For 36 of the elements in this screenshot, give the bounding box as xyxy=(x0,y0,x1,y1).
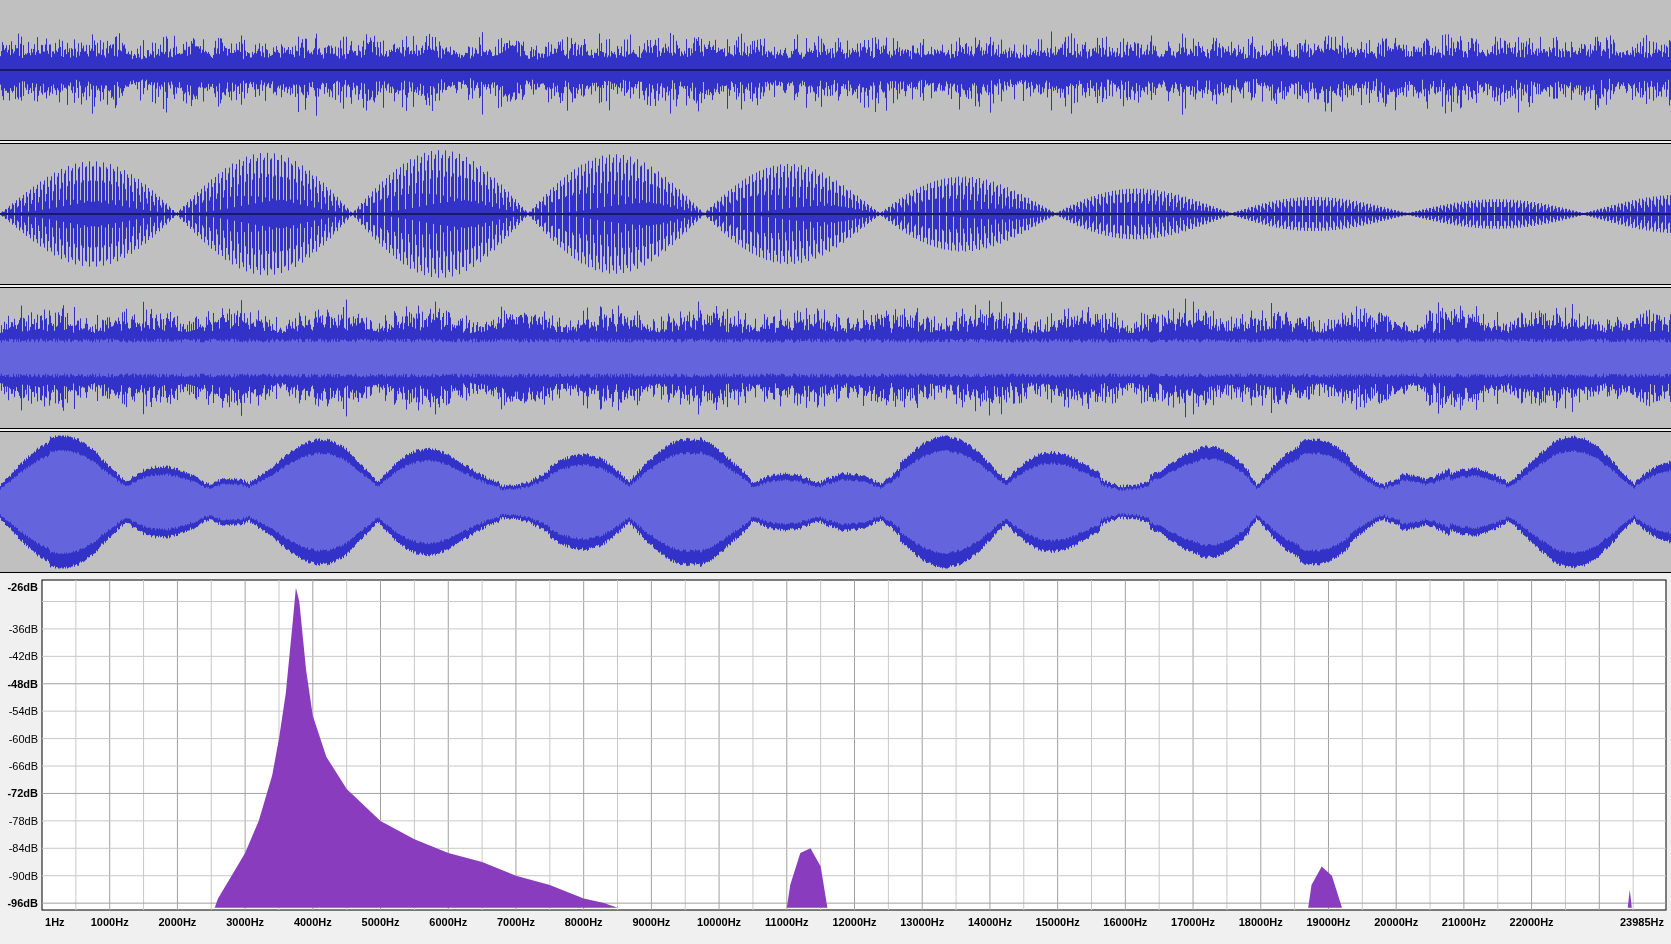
y-axis-label: -66dB xyxy=(8,760,38,772)
x-axis-label: 14000Hz xyxy=(967,916,1012,928)
y-axis-label: -90dB xyxy=(8,869,38,882)
x-axis-label: 19000Hz xyxy=(1306,916,1351,928)
y-axis-label: -54dB xyxy=(8,705,38,718)
y-axis-label: -72dB xyxy=(7,787,38,800)
x-axis-label: 8000Hz xyxy=(564,916,603,928)
x-axis-label: 10000Hz xyxy=(697,916,742,928)
x-axis-label: 15000Hz xyxy=(1035,916,1080,928)
y-axis-label: -78dB xyxy=(8,814,38,827)
x-axis-label: 6000Hz xyxy=(429,916,468,928)
x-axis-label: 1000Hz xyxy=(90,916,129,928)
x-axis-label: 20000Hz xyxy=(1374,916,1419,928)
y-axis-label: -42dB xyxy=(8,650,38,663)
x-axis-label: 11000Hz xyxy=(765,916,809,928)
y-axis-label: -96dB xyxy=(7,897,38,910)
x-axis-label: 1Hz xyxy=(45,916,65,928)
x-axis-label: 23985Hz xyxy=(1619,916,1664,928)
y-axis-label: -84dB xyxy=(8,842,38,855)
x-axis-label: 22000Hz xyxy=(1509,916,1554,928)
y-axis-label: -60dB xyxy=(8,732,38,745)
x-axis-label: 4000Hz xyxy=(293,916,332,928)
x-axis-label: 3000Hz xyxy=(226,916,265,928)
x-axis-label: 18000Hz xyxy=(1238,916,1283,928)
x-axis-label: 21000Hz xyxy=(1441,916,1486,928)
x-axis-label: 7000Hz xyxy=(497,916,535,928)
x-axis-label: 17000Hz xyxy=(1171,916,1216,928)
x-axis-label: 12000Hz xyxy=(832,916,877,928)
x-axis-label: 9000Hz xyxy=(632,916,671,928)
y-axis-label: -48dB xyxy=(7,677,38,690)
x-axis-label: 2000Hz xyxy=(158,916,197,928)
x-axis-label: 5000Hz xyxy=(361,916,400,928)
x-axis-label: 16000Hz xyxy=(1103,916,1148,928)
x-axis-label: 13000Hz xyxy=(900,916,945,928)
y-axis-label: -36dB xyxy=(8,622,38,635)
y-axis-label: -26dB xyxy=(7,581,38,593)
